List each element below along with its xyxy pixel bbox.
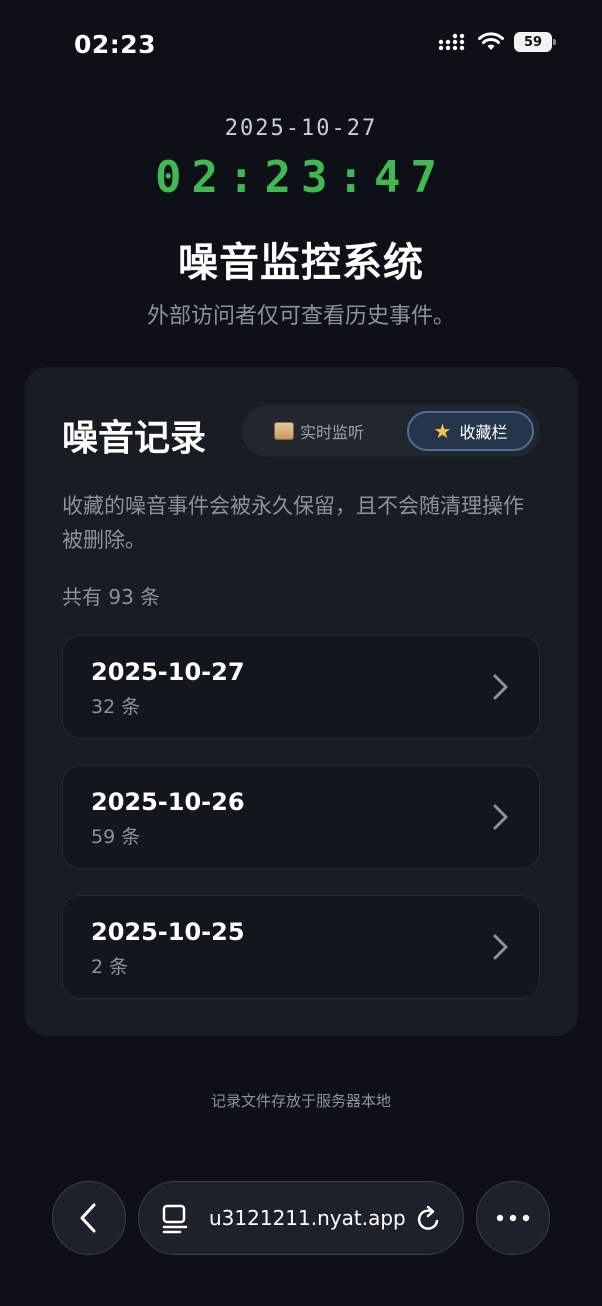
list-item[interactable]: 2025-10-26 59 条	[62, 765, 540, 869]
list-item[interactable]: 2025-10-25 2 条	[62, 895, 540, 999]
page-subtitle: 外部访问者仅可查看历史事件。	[146, 304, 455, 329]
page-icon	[162, 1204, 188, 1234]
ellipsis-icon	[496, 1214, 530, 1222]
url-text: u3121211.nyat.app	[209, 1206, 406, 1230]
record-count: 32 条	[91, 696, 141, 718]
card-description: 收藏的噪音事件会被永久保留，且不会随清理操作被删除。	[62, 494, 524, 552]
chevron-right-icon	[493, 674, 508, 700]
chevron-right-icon	[493, 804, 508, 830]
back-button[interactable]	[52, 1181, 126, 1255]
chevron-right-icon	[493, 934, 508, 960]
cellular-signal-icon	[438, 33, 465, 51]
tab-live-listen[interactable]: 实时监听	[254, 411, 384, 451]
tab-label: 实时监听	[299, 423, 364, 442]
footer-note: 记录文件存放于服务器本地	[210, 1092, 391, 1110]
reload-icon[interactable]	[415, 1204, 443, 1234]
status-icons: 59	[438, 32, 556, 52]
star-icon: ★	[433, 419, 452, 443]
browser-toolbar: u3121211.nyat.app	[0, 1180, 602, 1256]
scroll-icon	[273, 422, 294, 440]
card-title: 噪音记录	[62, 418, 207, 459]
tab-label: 收藏栏	[459, 423, 508, 442]
address-bar[interactable]: u3121211.nyat.app	[138, 1181, 464, 1255]
record-date: 2025-10-27	[91, 658, 245, 686]
chevron-left-icon	[80, 1203, 96, 1233]
record-count: 59 条	[91, 826, 141, 848]
tab-favorites[interactable]: ★ 收藏栏	[407, 411, 534, 451]
wifi-icon	[478, 32, 504, 50]
page-title: 噪音监控系统	[178, 240, 424, 286]
battery-icon: 59	[514, 32, 556, 52]
tab-switcher: 实时监听 ★ 收藏栏	[242, 405, 540, 457]
current-clock: 02:23:47	[155, 152, 447, 203]
record-date: 2025-10-25	[91, 918, 245, 946]
status-bar: 02:23 59	[0, 0, 602, 90]
record-date: 2025-10-26	[91, 788, 245, 816]
records-list: 2025-10-27 32 条 2025-10-26 59 条 2025-10-…	[62, 635, 540, 1025]
current-date: 2025-10-27	[224, 116, 378, 141]
record-count: 2 条	[91, 956, 129, 978]
status-time: 02:23	[74, 30, 157, 59]
more-options-button[interactable]	[476, 1181, 550, 1255]
record-total-count: 共有 93 条	[62, 585, 161, 609]
records-card: 噪音记录 实时监听 ★ 收藏栏 收藏的噪音事件会被永久保留，且不会随清理操作被删…	[25, 367, 578, 1036]
list-item[interactable]: 2025-10-27 32 条	[62, 635, 540, 739]
